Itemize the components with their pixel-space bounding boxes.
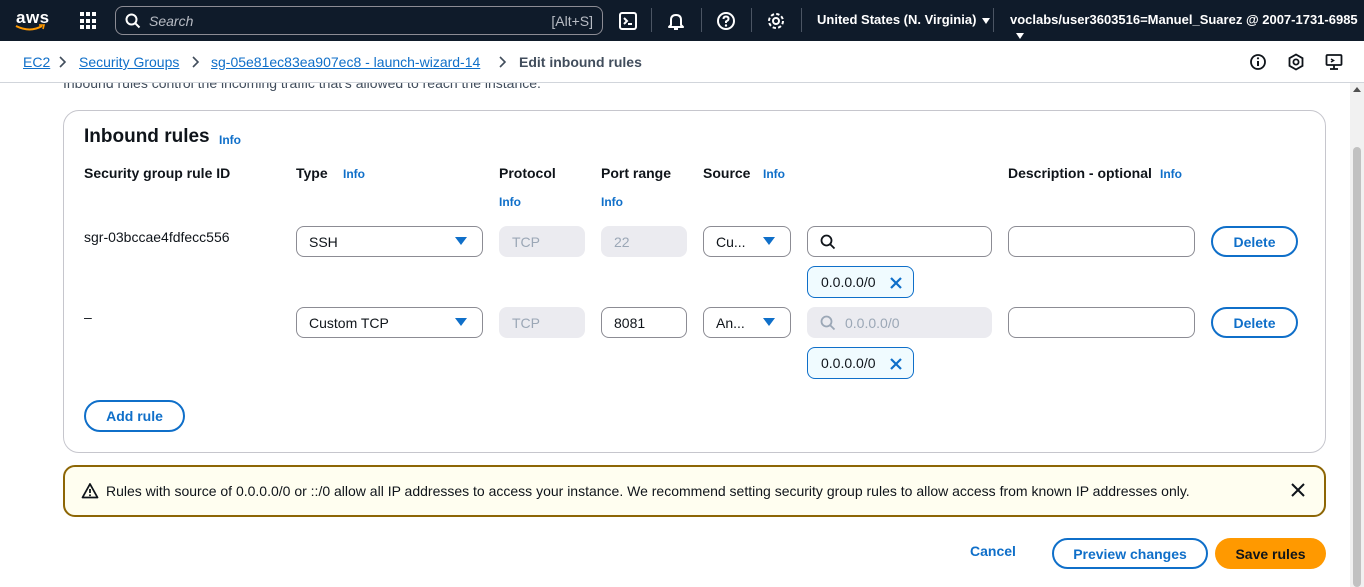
source-select[interactable]: Cu... [703, 226, 791, 257]
description-input[interactable] [1008, 307, 1195, 338]
search-icon [820, 315, 836, 331]
description-input[interactable] [1008, 226, 1195, 257]
breadcrumb-security-group[interactable]: sg-05e81ec83ea907ec8 - launch-wizard-14 [211, 54, 480, 70]
type-select-value: Custom TCP [309, 314, 389, 331]
cidr-token: 0.0.0.0/0 [807, 266, 914, 298]
protocol-field: TCP [499, 226, 585, 257]
column-header-port-range: Port range [601, 165, 672, 181]
settings-hex-icon[interactable] [1287, 53, 1305, 71]
info-circle-icon[interactable] [1249, 53, 1267, 71]
cidr-token: 0.0.0.0/0 [807, 347, 914, 379]
delete-rule-button[interactable]: Delete [1211, 226, 1298, 257]
scrollbar-thumb[interactable] [1353, 147, 1361, 587]
type-select-value: SSH [309, 233, 338, 250]
scrollbar[interactable] [1350, 83, 1364, 587]
inbound-rules-title: Inbound rules [84, 126, 210, 147]
chevron-right-icon [59, 56, 67, 68]
scroll-up-arrow-icon[interactable] [1353, 87, 1361, 92]
source-cidr-search-input[interactable] [807, 226, 992, 257]
source-search-placeholder: 0.0.0.0/0 [845, 315, 900, 331]
inbound-rules-info-link[interactable]: Info [219, 133, 241, 147]
search-placeholder: Search [149, 12, 194, 29]
protocol-info-link[interactable]: Info [499, 195, 521, 209]
column-header-rule-id: Security group rule ID [84, 165, 231, 181]
column-header-protocol: Protocol [499, 165, 556, 181]
help-icon[interactable] [716, 11, 736, 31]
region-selector[interactable]: United States (N. Virginia) [817, 12, 991, 27]
rule-id: – [84, 309, 92, 325]
column-header-type: Type [296, 165, 328, 181]
warning-text: Rules with source of 0.0.0.0/0 or ::/0 a… [106, 483, 1190, 499]
source-select[interactable]: An... [703, 307, 791, 338]
breadcrumb-security-groups[interactable]: Security Groups [79, 54, 179, 70]
global-search-input[interactable]: Search [Alt+S] [115, 6, 603, 35]
source-select-value: An... [716, 314, 745, 331]
port-range-input[interactable]: 8081 [601, 307, 687, 338]
chevron-right-icon [192, 56, 200, 68]
aws-logo[interactable]: aws [14, 6, 50, 34]
gear-icon[interactable] [766, 11, 786, 31]
caret-down-icon [763, 318, 775, 326]
port-range-info-link[interactable]: Info [601, 195, 623, 209]
cancel-button[interactable]: Cancel [970, 543, 1016, 559]
close-icon[interactable] [888, 275, 904, 291]
delete-rule-button[interactable]: Delete [1211, 307, 1298, 338]
type-select[interactable]: SSH [296, 226, 483, 257]
column-header-source: Source [703, 165, 751, 181]
description-info-link[interactable]: Info [1160, 167, 1182, 181]
search-shortcut: [Alt+S] [551, 12, 593, 29]
caret-down-icon [763, 237, 775, 245]
add-rule-button[interactable]: Add rule [84, 400, 185, 432]
type-info-link[interactable]: Info [343, 167, 365, 181]
warning-alert: Rules with source of 0.0.0.0/0 or ::/0 a… [63, 465, 1326, 517]
rule-id: sgr-03bccae4fdfecc556 [84, 229, 230, 245]
breadcrumb-ec2[interactable]: EC2 [23, 54, 50, 70]
cidr-token-label: 0.0.0.0/0 [821, 274, 876, 290]
cidr-token-label: 0.0.0.0/0 [821, 355, 876, 371]
close-icon[interactable] [1290, 482, 1306, 498]
protocol-field: TCP [499, 307, 585, 338]
account-menu[interactable]: voclabs/user3603516=Manuel_Suarez @ 2007… [1010, 12, 1364, 42]
save-rules-button[interactable]: Save rules [1215, 538, 1326, 569]
chevron-right-icon [499, 56, 507, 68]
search-icon [125, 13, 141, 28]
caret-down-icon [455, 237, 467, 245]
bell-icon[interactable] [666, 11, 686, 31]
warning-icon [81, 483, 99, 499]
port-range-input: 22 [601, 226, 687, 257]
account-label: voclabs/user3603516=Manuel_Suarez @ 2007… [1010, 12, 1358, 27]
preview-changes-button[interactable]: Preview changes [1052, 538, 1208, 569]
cloudshell-icon[interactable] [618, 11, 638, 31]
type-select[interactable]: Custom TCP [296, 307, 483, 338]
caret-down-icon [455, 318, 467, 326]
services-grid-icon[interactable] [80, 12, 98, 30]
source-cidr-search-input: 0.0.0.0/0 [807, 307, 992, 338]
inbound-rules-container [63, 110, 1326, 453]
chevron-down-icon [1016, 32, 1024, 39]
column-header-description: Description - optional [1008, 165, 1152, 181]
search-icon [820, 234, 836, 250]
region-label: United States (N. Virginia) [817, 12, 977, 27]
breadcrumb: EC2 Security Groups sg-05e81ec83ea907ec8… [0, 41, 1364, 83]
top-navigation: aws Search [Alt+S] United States (N. Vir… [0, 0, 1364, 41]
source-info-link[interactable]: Info [763, 167, 785, 181]
source-select-value: Cu... [716, 233, 746, 250]
feedback-icon[interactable] [1325, 53, 1343, 71]
breadcrumb-current: Edit inbound rules [519, 54, 642, 70]
chevron-down-icon [982, 17, 991, 24]
close-icon[interactable] [888, 356, 904, 372]
